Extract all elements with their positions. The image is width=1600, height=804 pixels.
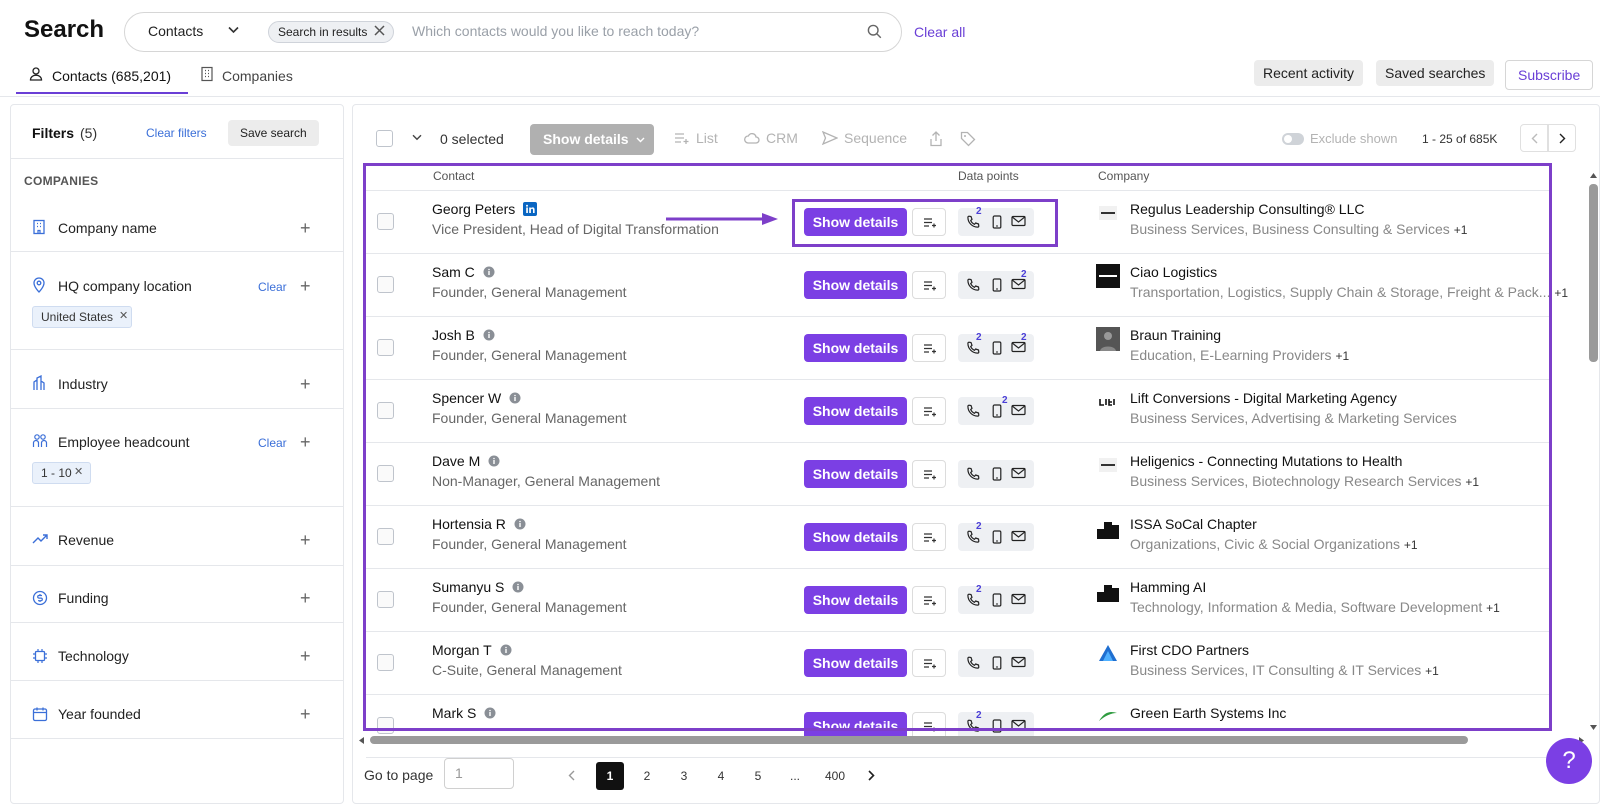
selected-count: 0 selected [440,131,504,147]
filter-label: Employee headcount [58,434,190,450]
clear-filters-link[interactable]: Clear filters [146,126,207,140]
filter-label: Year founded [58,706,141,722]
chevron-down-icon[interactable] [412,134,422,141]
people-icon [32,433,48,449]
page-ellipsis: ... [789,769,800,783]
scroll-down-icon[interactable] [1589,724,1598,731]
filter-label: Funding [58,590,109,606]
add-filter-button[interactable]: + [300,277,311,295]
search-scope-select[interactable]: Contacts [148,23,203,39]
filter-label: HQ company location [58,278,192,294]
recent-activity-button[interactable]: Recent activity [1254,60,1364,86]
divider [10,158,344,159]
page-1[interactable]: 1 [596,762,624,790]
sequence-label: Sequence [844,130,908,146]
chevron-down-icon[interactable] [228,26,239,34]
exclude-shown-label: Exclude shown [1310,131,1398,146]
scroll-up-icon[interactable] [1589,172,1598,179]
industry-icon [32,375,46,391]
sequence-button[interactable]: Sequence [822,130,907,146]
filter-label: Industry [58,376,108,392]
chevron-down-icon [636,137,645,143]
page-4[interactable]: 4 [707,762,735,790]
page-2[interactable]: 2 [633,762,661,790]
next-page-button[interactable] [1548,124,1576,152]
filter-section-heading: COMPANIES [24,174,99,188]
prev-page-icon[interactable] [568,770,575,781]
close-icon[interactable]: ✕ [74,465,83,478]
action-highlight-frame [792,199,1058,247]
clear-filter-link[interactable]: Clear [258,280,287,294]
save-search-button[interactable]: Save search [228,120,319,146]
select-all-checkbox[interactable] [376,130,393,147]
add-to-list-label: List [696,130,718,146]
clear-filter-link[interactable]: Clear [258,436,287,450]
send-icon [822,131,838,145]
clear-all-link[interactable]: Clear all [914,24,965,40]
calendar-icon [32,706,48,722]
filter-label: Company name [58,220,157,236]
horizontal-scroll-thumb[interactable] [370,736,1468,744]
crm-label: CRM [766,130,798,146]
vertical-scroll-thumb[interactable] [1589,184,1598,362]
go-to-page-label: Go to page [364,767,434,783]
prev-page-button[interactable] [1520,124,1548,152]
saved-searches-button[interactable]: Saved searches [1376,60,1495,86]
search-input[interactable]: Which contacts would you like to reach t… [412,23,699,39]
add-filter-button[interactable]: + [300,375,311,393]
filter-label: Technology [58,648,129,664]
bulk-show-details-label: Show details [543,131,629,147]
tab-companies-label: Companies [222,68,293,84]
bulk-show-details-button[interactable]: Show details [530,124,654,155]
tab-companies[interactable]: Companies [200,66,293,96]
more-industries-badge[interactable]: +1 [1554,286,1568,300]
add-filter-button[interactable]: + [300,433,311,451]
scroll-left-icon[interactable] [358,736,365,745]
filters-count: (5) [80,125,98,141]
building-icon [200,66,214,82]
add-to-list-button[interactable]: List [674,130,718,146]
add-filter-button[interactable]: + [300,647,311,665]
page-400[interactable]: 400 [818,762,852,790]
results-highlight-frame [363,163,1552,731]
subscribe-button[interactable]: Subscribe [1505,60,1594,90]
annotation-arrow-icon [666,212,784,226]
cloud-icon [744,132,760,144]
tab-contacts-label: Contacts (685,201) [52,68,172,84]
header-divider [0,96,1600,97]
building-icon [32,219,46,235]
filter-chip-label: 1 - 10 [41,466,72,480]
person-icon [28,66,44,82]
tag-icon[interactable] [960,131,976,147]
filter-employee-headcount[interactable] [10,409,344,507]
go-to-page-input[interactable]: 1 [444,758,514,789]
search-icon[interactable] [867,24,882,39]
trend-up-icon [32,532,48,546]
filter-label: Revenue [58,532,115,548]
filters-title: Filters [32,125,75,141]
filter-hq-location[interactable] [10,252,344,350]
list-add-icon [674,132,690,144]
location-pin-icon [32,277,46,293]
add-filter-button[interactable]: + [300,705,311,723]
add-filter-button[interactable]: + [300,531,311,549]
results-range: 1 - 25 of 685K [1422,132,1498,146]
export-icon[interactable] [929,131,943,147]
page-5[interactable]: 5 [744,762,772,790]
active-tab-underline [16,92,188,94]
close-icon[interactable]: ✕ [119,309,128,322]
crm-button[interactable]: CRM [744,130,798,146]
exclude-shown-toggle[interactable] [1282,133,1304,145]
chip-icon [32,648,48,664]
add-filter-button[interactable]: + [300,589,311,607]
next-page-icon[interactable] [868,770,875,781]
page-3[interactable]: 3 [670,762,698,790]
close-icon[interactable] [374,25,385,36]
help-button[interactable]: ? [1546,738,1592,784]
page-title: Search [24,16,105,43]
dollar-circle-icon [32,590,48,606]
filter-chip-label: United States [41,310,114,324]
add-filter-button[interactable]: + [300,219,311,237]
filter-chip: United States [32,306,133,328]
